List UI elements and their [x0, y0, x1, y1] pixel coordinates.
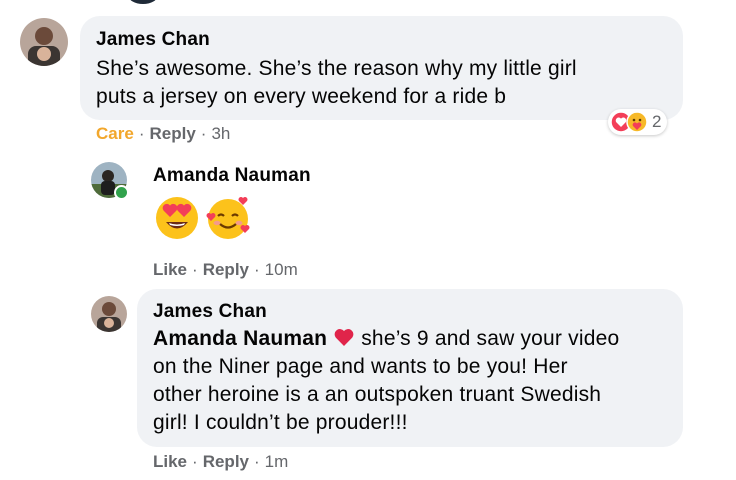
avatar[interactable] — [128, 0, 158, 4]
comment-text-segment: she’s 9 and saw your video — [361, 327, 620, 350]
care-reaction-icon — [626, 111, 648, 133]
like-link[interactable]: Like — [153, 452, 187, 471]
comment-actions: Care · Reply · 3h — [96, 124, 230, 144]
separator-dot: · — [254, 452, 260, 471]
comment-text-line: She’s awesome. She’s the reason why my l… — [96, 57, 577, 80]
comment-text-line: Amanda Nauman she’s 9 and saw your video — [153, 325, 619, 353]
comment-text-line: puts a jersey on every weekend for a rid… — [96, 85, 507, 108]
comment-text-line: girl! I couldn’t be prouder!!! — [153, 411, 408, 434]
separator-dot: · — [192, 452, 198, 471]
comment-author[interactable]: Amanda Nauman — [153, 165, 311, 187]
separator-dot: · — [200, 124, 207, 143]
comment-actions: Like · Reply · 10m — [153, 260, 298, 280]
avatar[interactable] — [91, 296, 127, 332]
timestamp[interactable]: 10m — [265, 260, 298, 279]
comment-author[interactable]: James Chan — [153, 301, 267, 323]
separator-dot: · — [254, 260, 260, 279]
separator-dot: · — [138, 124, 145, 143]
avatar[interactable] — [20, 18, 68, 66]
timestamp[interactable]: 1m — [265, 452, 289, 471]
comment-text-line: on the Niner page and wants to be you! H… — [153, 355, 568, 378]
comment-author[interactable]: James Chan — [96, 29, 210, 51]
separator-dot: · — [192, 260, 198, 279]
reaction-count: 2 — [652, 112, 662, 131]
mention-link[interactable]: Amanda Nauman — [153, 327, 327, 350]
heart-eyes-emoji — [156, 197, 198, 239]
timestamp[interactable]: 3h — [211, 124, 230, 143]
reply-link[interactable]: Reply — [203, 260, 249, 279]
like-link[interactable]: Like — [153, 260, 187, 279]
smiling-face-with-hearts-emoji — [206, 197, 250, 239]
red-heart-emoji — [334, 329, 354, 346]
reply-link[interactable]: Reply — [203, 452, 249, 471]
reply-link[interactable]: Reply — [149, 124, 195, 143]
reaction-summary[interactable]: 2 — [608, 109, 668, 135]
online-status-dot — [114, 185, 129, 200]
care-link[interactable]: Care — [96, 124, 134, 143]
comment-text-line: other heroine is a an outspoken truant S… — [153, 383, 602, 406]
comment-actions: Like · Reply · 1m — [153, 452, 288, 472]
